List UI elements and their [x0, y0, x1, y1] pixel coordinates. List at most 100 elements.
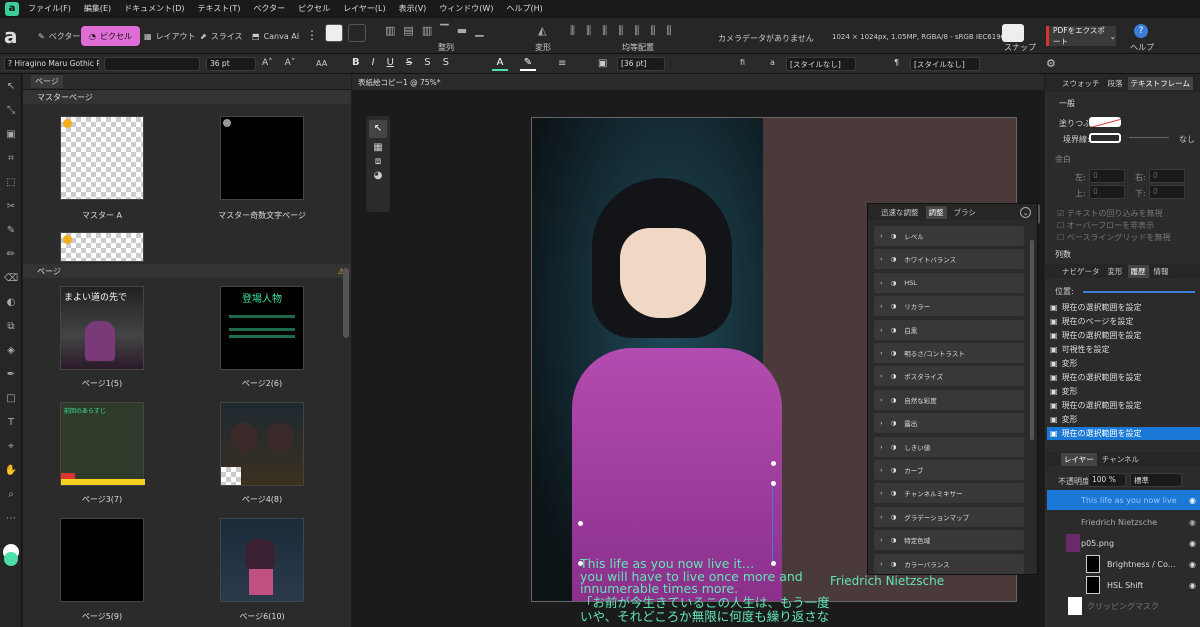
adjustment-item[interactable]: › ◑ リカラー	[874, 296, 1024, 317]
tab-layers[interactable]: レイヤー	[1061, 452, 1097, 466]
node-tool-icon[interactable]: ⤡	[4, 104, 18, 118]
tab-transform[interactable]: 変形	[1105, 265, 1126, 278]
dodge-tool-icon[interactable]: ◐	[4, 296, 18, 310]
layer-row[interactable]: Friedrich Nietzsche ◉	[1047, 512, 1200, 532]
hand-tool-icon[interactable]: ✋	[4, 464, 18, 478]
history-item[interactable]: ▣ 変形	[1047, 385, 1200, 398]
chk-baseline[interactable]: ☐ ベースライングリッドを無視	[1057, 232, 1170, 243]
selection-handle[interactable]	[771, 461, 776, 466]
persona-slice[interactable]: ⬈ スライス	[192, 26, 250, 46]
tab-textframe[interactable]: テキストフレーム	[1127, 76, 1194, 90]
master-a-thumb[interactable]	[60, 116, 144, 200]
page6-thumb[interactable]	[220, 518, 304, 602]
export-pdf-button[interactable]: PDFをエクスポート ⌄	[1046, 26, 1116, 46]
settings-gear-icon[interactable]: ⚙	[1046, 57, 1056, 70]
menu-item[interactable]: 編集(E)	[84, 3, 111, 14]
clone-tool-icon[interactable]: ⧉	[4, 320, 18, 334]
adjustment-item[interactable]: › ◑ カラーバランス	[874, 553, 1024, 574]
adjustment-item[interactable]: › ◑ レベル	[874, 226, 1024, 246]
text-frame-icon[interactable]: ▣	[598, 58, 607, 69]
text-color-button[interactable]: A	[492, 57, 508, 71]
select-brush-icon[interactable]: ✂	[4, 200, 18, 214]
margin-left-field[interactable]: 0	[1089, 169, 1125, 183]
adj-tab-adjust[interactable]: 調整	[925, 205, 947, 219]
pen-tool-icon[interactable]: ✒	[4, 368, 18, 382]
margin-right-field[interactable]: 0	[1149, 169, 1185, 183]
transform-icon[interactable]: ◭	[538, 24, 546, 37]
selection-handle[interactable]	[578, 521, 583, 526]
quote-japanese[interactable]: 「お前が今生きているこの人生は、もう一度 いや、それどころか無限に何度も繰り返さ…	[580, 596, 910, 624]
adjustment-item[interactable]: › ◑ 明るさ/コントラスト	[874, 343, 1024, 363]
adjustment-item[interactable]: › ◑ 特定色域	[874, 530, 1024, 551]
margin-top-field[interactable]: 0	[1089, 185, 1125, 199]
align-text-icon[interactable]: ≡	[558, 58, 566, 69]
persona-vector[interactable]: ✎ ベクター	[30, 26, 88, 46]
adjustment-item[interactable]: › ◑ 自然な彩度	[874, 389, 1024, 410]
collapse-icon[interactable]: ⌄	[1020, 206, 1031, 218]
history-item[interactable]: ▣ 現在の選択範囲を設定	[1047, 399, 1200, 412]
paragraph-icon[interactable]: ¶	[894, 58, 899, 67]
selection-handle[interactable]	[771, 561, 776, 566]
distribute-icons[interactable]: ⫼ ⫼ ⫼ ⫼ ⫼ ⫼ ⫼	[570, 24, 671, 38]
zoom-tool-icon[interactable]: ⌕	[4, 488, 18, 502]
blend-mode-select[interactable]: 標準	[1130, 473, 1182, 487]
help-icon[interactable]: ?	[1134, 24, 1148, 38]
perspective-icon[interactable]: ⧈	[369, 156, 387, 167]
erase-tool-icon[interactable]: ⌫	[4, 272, 18, 286]
menu-item[interactable]: ベクター	[253, 3, 285, 14]
pages-tab[interactable]: ページ	[31, 75, 63, 88]
border-swatch[interactable]	[1089, 133, 1121, 143]
grid-button[interactable]	[348, 24, 366, 42]
master-thumb-3[interactable]	[60, 232, 144, 262]
selection-handle[interactable]	[771, 481, 776, 486]
frame-tool-icon[interactable]: ▣	[4, 128, 18, 142]
tab-channels[interactable]: チャンネル	[1099, 453, 1142, 466]
adjustment-item[interactable]: › ◑ カーブ	[874, 460, 1024, 480]
font-size-field[interactable]: 36 pt	[206, 57, 256, 71]
history-item[interactable]: ▣ 現在の選択範囲を設定	[1047, 301, 1200, 314]
adjustment-item[interactable]: › ◑ しきい値	[874, 436, 1024, 457]
tab-info[interactable]: 情報	[1151, 265, 1172, 278]
layer-row[interactable]: Brightness / Co... ◉	[1047, 554, 1200, 574]
opacity-field[interactable]: 100 %	[1088, 473, 1126, 487]
pointer-icon[interactable]: ↖	[369, 120, 387, 138]
mode-button[interactable]	[325, 24, 343, 42]
menu-item[interactable]: ドキュメント(D)	[124, 3, 184, 14]
font-style-select[interactable]	[104, 57, 200, 71]
master-odd-thumb[interactable]	[220, 116, 304, 200]
history-item[interactable]: ▣ 現在のページを設定	[1047, 315, 1200, 328]
document-tab[interactable]: 表紙絵コピー1 @ 75%*	[352, 74, 1044, 90]
crop-tool-icon[interactable]: ⌗	[4, 152, 18, 166]
margin-bottom-field[interactable]: 0	[1149, 185, 1185, 199]
chk-wrap[interactable]: ☑ テキストの回り込みを無視	[1057, 208, 1162, 219]
adj-tab-brush[interactable]: ブラシ	[951, 206, 979, 219]
marquee-tool-icon[interactable]: ⬚	[4, 176, 18, 190]
pages-scrollbar[interactable]	[343, 268, 349, 338]
stylistic-button[interactable]: a	[770, 58, 775, 67]
paint-brush-icon[interactable]: ✎	[4, 224, 18, 238]
font-family-select[interactable]: ? Hiragino Maru Gothic Pro	[4, 57, 100, 71]
adjustment-item[interactable]: › ◑ チャンネルミキサー	[874, 483, 1024, 504]
menu-item[interactable]: ウィンドウ(W)	[439, 3, 493, 14]
tab-history[interactable]: 履歴	[1127, 264, 1149, 278]
quote-author[interactable]: Friedrich Nietzsche	[830, 574, 944, 588]
adjustment-item[interactable]: › ◑ 露出	[874, 413, 1024, 434]
menu-item[interactable]: ピクセル	[298, 3, 330, 14]
picker-tool-icon[interactable]: ⌖	[4, 440, 18, 454]
text-tool-icon[interactable]: T	[4, 416, 18, 430]
font-size-buttons[interactable]: A˄ A˅	[262, 58, 295, 68]
adjustment-item[interactable]: › ◑ グラデーションマップ	[874, 506, 1024, 527]
history-slider[interactable]	[1083, 291, 1195, 293]
adjustment-item[interactable]: › ◑ 白黒	[874, 319, 1024, 340]
history-item[interactable]: ▣ 可視性を設定	[1047, 343, 1200, 356]
persona-pixel[interactable]: ◔ ピクセル	[81, 26, 140, 46]
chk-overflow[interactable]: ☐ オーバーフローを非表示	[1057, 220, 1154, 231]
leading-field[interactable]: [36 pt]	[617, 57, 665, 71]
char-style-select[interactable]: [スタイルなし]	[786, 57, 856, 71]
adj-tab-quick[interactable]: 迅速な調整	[878, 206, 922, 219]
page1-thumb[interactable]: まよい道の先で	[60, 286, 144, 370]
adjustment-item[interactable]: › ◑ HSL	[874, 272, 1024, 293]
menu-item[interactable]: ヘルプ(H)	[506, 3, 542, 14]
layer-row[interactable]: HSL Shift ◉	[1047, 575, 1200, 595]
tab-swatches[interactable]: スウォッチ	[1059, 77, 1103, 90]
